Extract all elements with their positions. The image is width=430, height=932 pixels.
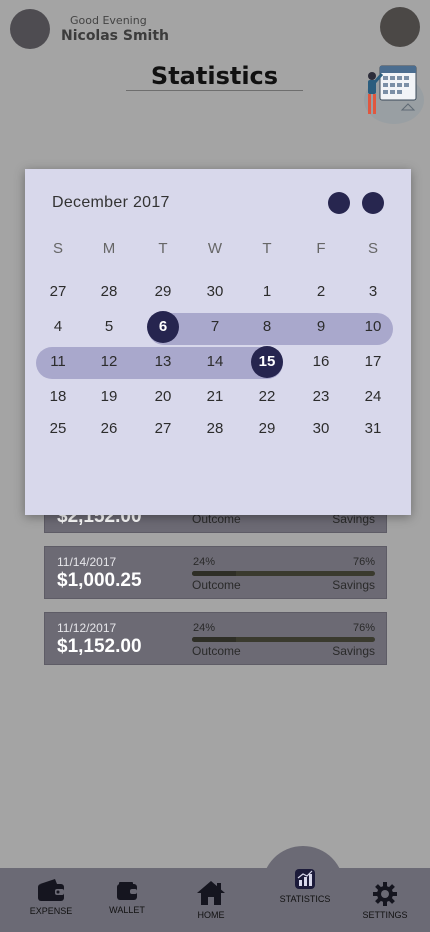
calendar-day[interactable]: 21 [198,382,232,412]
outcome-label: Outcome [192,644,241,658]
weekday-header: F [316,240,326,257]
card-date: 11/12/2017 [57,621,117,635]
wallet-icon [117,882,137,900]
home-icon [197,881,225,905]
user-name: Nicolas Smith [61,28,170,44]
outcome-percent: 24% [193,622,216,634]
nav-label-statistics: STATISTICS [279,894,331,904]
date-range-picker: December 2017 S M T W T F S 27 28 29 30 1 2 3 4 5 6 7 8 9 10… [25,169,411,515]
calendar-day[interactable]: 27 [146,414,180,444]
calendar-day[interactable]: 28 [198,414,232,444]
weekday-header: S [367,240,378,257]
outcome-percent: 24% [193,556,216,568]
calendar-day[interactable]: 26 [92,414,126,444]
selected-day[interactable]: 15 [251,346,283,378]
profile-avatar-right[interactable] [380,7,420,47]
weekday-header: M [102,240,116,257]
calendar-day[interactable]: 17 [356,347,390,377]
nav-item-wallet[interactable]: WALLET [102,881,152,915]
calendar-day[interactable]: 31 [356,414,390,444]
calendar-day[interactable]: 2 [304,277,338,307]
calendar-day[interactable]: 29 [250,414,284,444]
calendar-day[interactable]: 30 [198,277,232,307]
nav-label-settings: SETTINGS [362,910,408,920]
card-date: 11/14/2017 [57,555,117,569]
calendar-month-title: December 2017 [52,194,170,211]
calendar-day[interactable]: 27 [41,277,75,307]
wallet-open-icon [38,879,64,901]
calendar-day[interactable]: 16 [304,347,338,377]
calendar-day[interactable]: 29 [146,277,180,307]
nav-label-home: HOME [197,910,225,920]
previous-month-button[interactable] [328,192,350,214]
card-amount: $1,152.00 [57,636,142,657]
nav-label-expense: EXPENSE [29,906,73,916]
chart-icon [295,869,315,889]
savings-percent: 76% [352,556,375,568]
savings-label: Savings [332,644,375,658]
calendar-day[interactable]: 14 [198,347,232,377]
stat-card[interactable]: 11/14/2017 $1,000.25 24% 76% Outcome Sav… [44,546,387,599]
calendar-day[interactable]: 7 [198,312,232,342]
weekday-header: T [158,240,168,257]
calendar-day[interactable]: 3 [356,277,390,307]
calendar-day[interactable]: 22 [250,382,284,412]
weekday-header: S [52,240,63,257]
calendar-day[interactable]: 9 [304,312,338,342]
greeting-text: Good Evening [70,14,147,27]
calendar-day[interactable]: 30 [304,414,338,444]
calendar-day[interactable]: 11 [41,347,75,377]
calendar-day[interactable]: 1 [250,277,284,307]
bottom-navigation: EXPENSE WALLET HOME STATISTICS SETTINGS [0,868,430,932]
calendar-day[interactable]: 13 [146,347,180,377]
calendar-day[interactable]: 10 [356,312,390,342]
gear-icon [373,882,397,906]
outcome-progress-bar [192,571,375,576]
stat-card[interactable]: 11/12/2017 $1,152.00 24% 76% Outcome Sav… [44,612,387,665]
page-title: Statistics [126,62,303,91]
calendar-day[interactable]: 4 [41,312,75,342]
outcome-label: Outcome [192,578,241,592]
calendar-day[interactable]: 19 [92,382,126,412]
calendar-day[interactable]: 23 [304,382,338,412]
calendar-day[interactable]: 18 [41,382,75,412]
nav-label-wallet: WALLET [109,905,145,915]
selected-day[interactable]: 6 [147,311,179,343]
nav-item-expense[interactable]: EXPENSE [26,878,76,916]
calendar-day[interactable]: 12 [92,347,126,377]
calendar-day[interactable]: 5 [92,312,126,342]
calendar-day[interactable]: 24 [356,382,390,412]
next-month-button[interactable] [362,192,384,214]
nav-item-statistics[interactable]: STATISTICS [278,868,332,904]
weekday-header: W [207,240,223,257]
calendar-day[interactable]: 20 [146,382,180,412]
savings-label: Savings [332,578,375,592]
nav-item-home[interactable]: HOME [186,880,236,920]
outcome-progress-bar [192,637,375,642]
weekday-header: T [262,240,272,257]
savings-percent: 76% [352,622,375,634]
calendar-day[interactable]: 28 [92,277,126,307]
card-amount: $1,000.25 [57,570,142,591]
calendar-illustration [364,65,424,124]
avatar[interactable] [10,9,50,49]
calendar-day[interactable]: 25 [41,414,75,444]
calendar-day[interactable]: 8 [250,312,284,342]
nav-item-settings[interactable]: SETTINGS [360,882,410,920]
